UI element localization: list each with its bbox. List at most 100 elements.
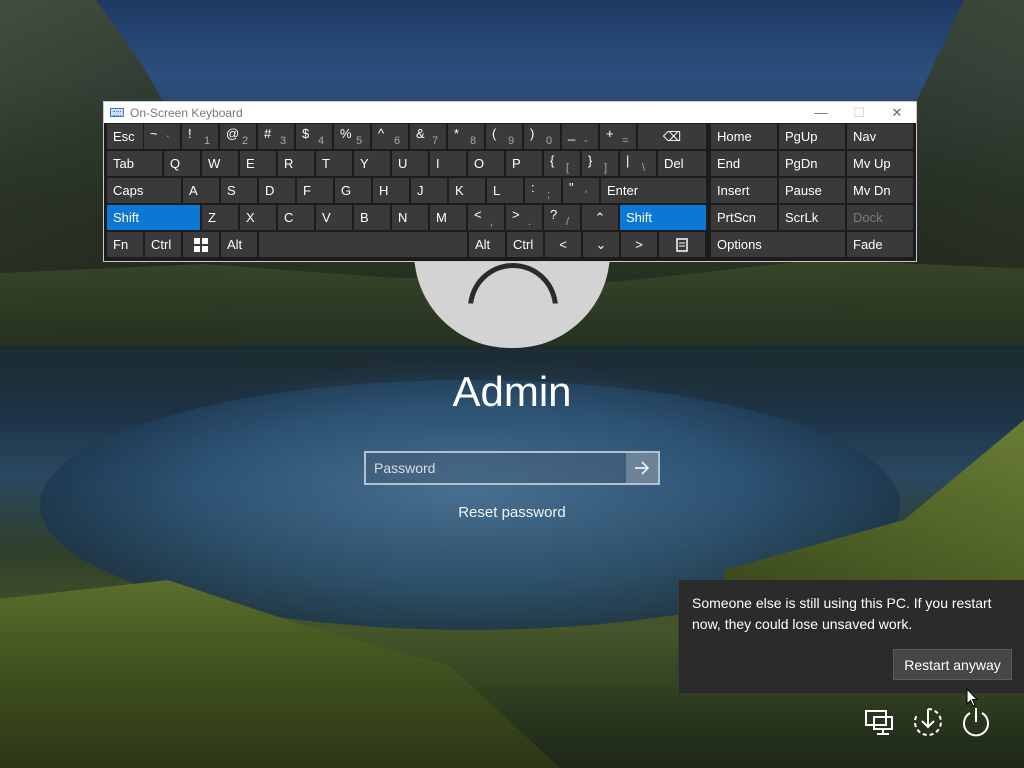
- close-button[interactable]: ✕: [878, 102, 916, 123]
- key-symbol[interactable]: + =: [600, 124, 636, 149]
- key-options[interactable]: Options: [711, 232, 845, 257]
- key-a[interactable]: A: [183, 178, 219, 203]
- key-del[interactable]: Del: [658, 151, 706, 176]
- key-8[interactable]: * 8: [448, 124, 484, 149]
- mouse-cursor-icon: [966, 688, 978, 707]
- key-3[interactable]: #3: [258, 124, 294, 149]
- key-shift-char: #: [264, 126, 272, 141]
- key-shift-char: ?: [550, 207, 558, 222]
- key-tab[interactable]: Tab: [107, 151, 162, 176]
- key-s[interactable]: S: [221, 178, 257, 203]
- accessibility-icon[interactable]: [912, 706, 944, 738]
- key-left[interactable]: <: [545, 232, 581, 257]
- restart-anyway-button[interactable]: Restart anyway: [893, 649, 1012, 680]
- power-icon[interactable]: [960, 706, 992, 738]
- key-t[interactable]: T: [316, 151, 352, 176]
- key-right[interactable]: >: [621, 232, 657, 257]
- key-shift-char: ": [569, 180, 574, 195]
- key-shift[interactable]: Shift: [620, 205, 706, 230]
- key-esc[interactable]: Esc: [107, 124, 143, 149]
- key-up[interactable]: ⌃: [582, 205, 618, 230]
- submit-button[interactable]: [626, 453, 658, 483]
- key-h[interactable]: H: [373, 178, 409, 203]
- key-pgdn[interactable]: PgDn: [779, 151, 845, 176]
- key-space[interactable]: [259, 232, 467, 257]
- key-symbol[interactable]: <,: [468, 205, 504, 230]
- key-symbol[interactable]: }]: [582, 151, 618, 176]
- key-b[interactable]: B: [354, 205, 390, 230]
- key-d[interactable]: D: [259, 178, 295, 203]
- key-v[interactable]: V: [316, 205, 352, 230]
- key-q[interactable]: Q: [164, 151, 200, 176]
- osk-titlebar[interactable]: On-Screen Keyboard — ☐ ✕: [104, 102, 916, 123]
- key-backspace[interactable]: ⌫: [638, 124, 706, 149]
- key-y[interactable]: Y: [354, 151, 390, 176]
- key-e[interactable]: E: [240, 151, 276, 176]
- key-symbol[interactable]: ? /: [544, 205, 580, 230]
- user-name: Admin: [452, 368, 572, 415]
- key-end[interactable]: End: [711, 151, 777, 176]
- key-n[interactable]: N: [392, 205, 428, 230]
- key-symbol[interactable]: :;: [525, 178, 561, 203]
- key-9[interactable]: (9: [486, 124, 522, 149]
- key-symbol[interactable]: | \: [620, 151, 656, 176]
- key-ctrl[interactable]: Ctrl: [145, 232, 181, 257]
- key-k[interactable]: K: [449, 178, 485, 203]
- key-u[interactable]: U: [392, 151, 428, 176]
- key-nav[interactable]: Nav: [847, 124, 913, 149]
- key-j[interactable]: J: [411, 178, 447, 203]
- key-symbol[interactable]: {[: [544, 151, 580, 176]
- key-insert[interactable]: Insert: [711, 178, 777, 203]
- key-base-char: 6: [394, 135, 401, 147]
- key-shift-char: ~: [150, 126, 158, 141]
- key-caps[interactable]: Caps: [107, 178, 181, 203]
- key-fn[interactable]: Fn: [107, 232, 143, 257]
- key-1[interactable]: ! 1: [182, 124, 218, 149]
- key-alt[interactable]: Alt: [469, 232, 505, 257]
- key-base-char: 9: [508, 135, 515, 147]
- reset-password-link[interactable]: Reset password: [0, 504, 1024, 521]
- key-symbol[interactable]: ~ `: [144, 124, 180, 149]
- network-icon[interactable]: [864, 706, 896, 738]
- key-4[interactable]: $4: [296, 124, 332, 149]
- key-x[interactable]: X: [240, 205, 276, 230]
- key-6[interactable]: ^ 6: [372, 124, 408, 149]
- key-mv-dn[interactable]: Mv Dn: [847, 178, 913, 203]
- password-input[interactable]: [366, 453, 626, 483]
- key-windows[interactable]: [183, 232, 219, 257]
- key-down[interactable]: ⌄: [583, 232, 619, 257]
- osk-title: On-Screen Keyboard: [130, 105, 243, 120]
- minimize-button[interactable]: —: [802, 102, 840, 123]
- key-pgup[interactable]: PgUp: [779, 124, 845, 149]
- key-o[interactable]: O: [468, 151, 504, 176]
- key-scrlk[interactable]: ScrLk: [779, 205, 845, 230]
- key-prtscn[interactable]: PrtScn: [711, 205, 777, 230]
- key-g[interactable]: G: [335, 178, 371, 203]
- key-home[interactable]: Home: [711, 124, 777, 149]
- key-2[interactable]: @2: [220, 124, 256, 149]
- key-z[interactable]: Z: [202, 205, 238, 230]
- key-enter[interactable]: Enter: [601, 178, 706, 203]
- key-fade[interactable]: Fade: [847, 232, 913, 257]
- key-base-char: /: [566, 216, 570, 228]
- key-7[interactable]: & 7: [410, 124, 446, 149]
- key-symbol[interactable]: " ': [563, 178, 599, 203]
- key-i[interactable]: I: [430, 151, 466, 176]
- key-0[interactable]: ) 0: [524, 124, 560, 149]
- key-m[interactable]: M: [430, 205, 466, 230]
- key-symbol[interactable]: >.: [506, 205, 542, 230]
- key-symbol[interactable]: _ -: [562, 124, 598, 149]
- key-menu[interactable]: [659, 232, 705, 257]
- key-w[interactable]: W: [202, 151, 238, 176]
- key-c[interactable]: C: [278, 205, 314, 230]
- key-ctrl[interactable]: Ctrl: [507, 232, 543, 257]
- key-p[interactable]: P: [506, 151, 542, 176]
- key-5[interactable]: % 5: [334, 124, 370, 149]
- key-l[interactable]: L: [487, 178, 523, 203]
- key-mv-up[interactable]: Mv Up: [847, 151, 913, 176]
- key-r[interactable]: R: [278, 151, 314, 176]
- key-f[interactable]: F: [297, 178, 333, 203]
- key-pause[interactable]: Pause: [779, 178, 845, 203]
- key-alt[interactable]: Alt: [221, 232, 257, 257]
- key-shift[interactable]: Shift: [107, 205, 200, 230]
